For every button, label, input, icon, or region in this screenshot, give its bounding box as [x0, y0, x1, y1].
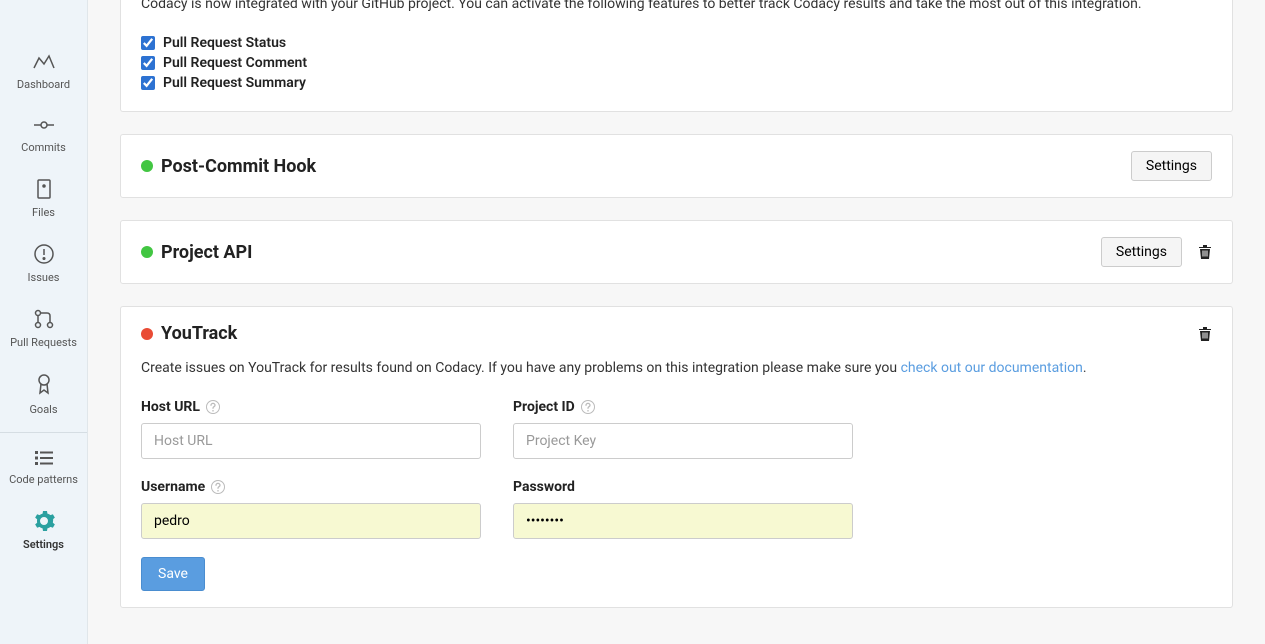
password-group: Password	[513, 479, 853, 539]
youtrack-desc-prefix: Create issues on YouTrack for results fo…	[141, 360, 901, 376]
password-input[interactable]	[513, 503, 853, 539]
panel-header: Post-Commit Hook Settings	[141, 151, 1212, 181]
help-icon[interactable]	[211, 480, 225, 494]
post-commit-settings-button[interactable]: Settings	[1131, 151, 1212, 181]
password-label: Password	[513, 479, 853, 495]
panel-title-wrap: Project API	[141, 242, 252, 263]
sidebar: Dashboard Commits Files Issues Pull Requ…	[0, 0, 88, 644]
sidebar-item-dashboard[interactable]: Dashboard	[0, 40, 87, 103]
host-url-label: Host URL	[141, 399, 481, 415]
sidebar-item-label: Issues	[28, 271, 60, 284]
issues-icon	[33, 243, 55, 265]
status-dot-green	[141, 246, 153, 258]
help-icon[interactable]	[206, 400, 220, 414]
sidebar-item-pull-requests[interactable]: Pull Requests	[0, 296, 87, 361]
sidebar-item-label: Pull Requests	[10, 336, 77, 349]
sidebar-item-label: Files	[32, 206, 55, 219]
username-label-text: Username	[141, 479, 205, 495]
username-group: Username	[141, 479, 481, 539]
panel-header: Project API Settings	[141, 237, 1212, 267]
status-dot-red	[141, 328, 153, 340]
sidebar-item-issues[interactable]: Issues	[0, 231, 87, 296]
pull-requests-icon	[33, 308, 55, 330]
checkbox-pr-summary-label: Pull Request Summary	[163, 75, 306, 91]
panel-header: YouTrack	[141, 323, 1212, 344]
youtrack-title: YouTrack	[161, 323, 237, 344]
project-api-panel: Project API Settings	[120, 220, 1233, 284]
checkbox-pr-summary[interactable]	[141, 76, 155, 90]
sidebar-item-settings[interactable]: Settings	[0, 498, 87, 563]
checkbox-pr-status[interactable]	[141, 36, 155, 50]
project-id-label-text: Project ID	[513, 399, 575, 415]
sidebar-item-code-patterns[interactable]: Code patterns	[0, 437, 87, 498]
sidebar-item-files[interactable]: Files	[0, 166, 87, 231]
trash-icon[interactable]	[1198, 326, 1212, 342]
post-commit-panel: Post-Commit Hook Settings	[120, 134, 1233, 198]
project-api-title: Project API	[161, 242, 252, 263]
checkbox-pr-comment-row: Pull Request Comment	[141, 55, 1212, 71]
files-icon	[34, 178, 54, 200]
host-url-input[interactable]	[141, 423, 481, 459]
username-input[interactable]	[141, 503, 481, 539]
sidebar-item-label: Commits	[21, 141, 66, 154]
panel-title-wrap: Post-Commit Hook	[141, 156, 316, 177]
main-content: Codacy is now integrated with your GitHu…	[88, 0, 1265, 644]
panel-actions: Settings	[1131, 151, 1212, 181]
save-button[interactable]: Save	[141, 557, 205, 591]
project-id-input[interactable]	[513, 423, 853, 459]
github-intro: Codacy is now integrated with your GitHu…	[141, 0, 1212, 15]
username-label: Username	[141, 479, 481, 495]
sidebar-divider	[0, 432, 87, 433]
host-url-label-text: Host URL	[141, 399, 200, 415]
goals-icon	[34, 373, 54, 397]
commits-icon	[32, 115, 56, 135]
sidebar-item-commits[interactable]: Commits	[0, 103, 87, 166]
code-patterns-icon	[33, 449, 55, 467]
youtrack-form: Host URL Project ID Username	[141, 399, 1212, 539]
checkbox-pr-summary-row: Pull Request Summary	[141, 75, 1212, 91]
sidebar-item-label: Dashboard	[17, 78, 70, 91]
project-id-group: Project ID	[513, 399, 853, 459]
password-label-text: Password	[513, 479, 575, 495]
project-api-settings-button[interactable]: Settings	[1101, 237, 1182, 267]
sidebar-item-label: Settings	[23, 538, 64, 551]
checkbox-pr-comment[interactable]	[141, 56, 155, 70]
project-id-label: Project ID	[513, 399, 853, 415]
dashboard-icon	[32, 52, 56, 72]
github-panel: Codacy is now integrated with your GitHu…	[120, 0, 1233, 112]
post-commit-title: Post-Commit Hook	[161, 156, 316, 177]
panel-title-wrap: YouTrack	[141, 323, 237, 344]
help-icon[interactable]	[581, 400, 595, 414]
host-url-group: Host URL	[141, 399, 481, 459]
sidebar-item-label: Code patterns	[9, 473, 78, 486]
checkbox-pr-status-row: Pull Request Status	[141, 35, 1212, 51]
youtrack-desc-suffix: .	[1083, 360, 1087, 376]
youtrack-panel: YouTrack Create issues on YouTrack for r…	[120, 306, 1233, 608]
panel-actions	[1198, 326, 1212, 342]
trash-icon[interactable]	[1198, 244, 1212, 260]
status-dot-green	[141, 160, 153, 172]
gear-icon	[33, 510, 55, 532]
youtrack-description: Create issues on YouTrack for results fo…	[141, 358, 1212, 379]
checkbox-pr-status-label: Pull Request Status	[163, 35, 286, 51]
sidebar-item-goals[interactable]: Goals	[0, 361, 87, 428]
panel-actions: Settings	[1101, 237, 1212, 267]
sidebar-item-label: Goals	[29, 403, 57, 416]
documentation-link[interactable]: check out our documentation	[901, 360, 1083, 376]
checkbox-pr-comment-label: Pull Request Comment	[163, 55, 307, 71]
